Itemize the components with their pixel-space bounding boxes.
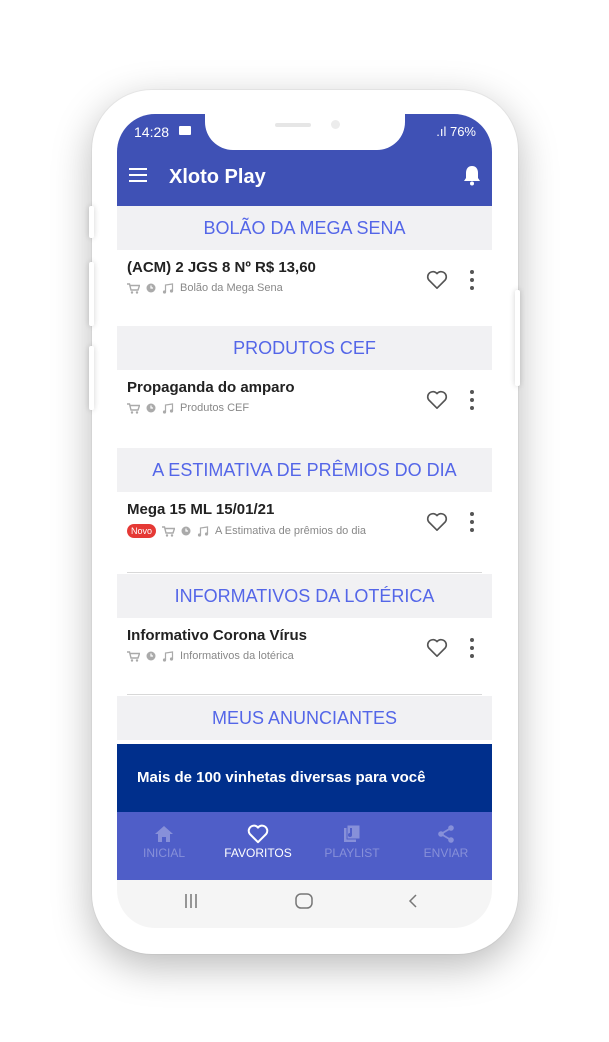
app-title: Xloto Play [169, 166, 266, 188]
item-title: (ACM) 2 JGS 8 Nº R$ 13,60 [127, 259, 316, 276]
item-category: Informativos da lotérica [180, 650, 294, 662]
item-category: Produtos CEF [180, 402, 250, 414]
home-icon [155, 826, 173, 842]
item-meta: Informativos da lotérica [127, 650, 294, 662]
section-header-informativos: INFORMATIVOS DA LOTÉRICA [117, 574, 492, 618]
content-list: BOLÃO DA MEGA SENA (ACM) 2 JGS 8 Nº R$ 1… [117, 206, 492, 744]
camera-notch [205, 114, 405, 150]
item-meta: Novo A Estimativa de prêmios do dia [127, 524, 366, 538]
phone-side-button [89, 346, 94, 410]
home-button-icon[interactable] [294, 892, 314, 910]
heart-icon[interactable] [426, 512, 448, 532]
nav-item-playlist[interactable]: PLAYLIST [305, 824, 399, 860]
heart-icon [247, 824, 269, 844]
battery-status: .ıl 76% [436, 124, 476, 139]
system-navigation-bar [117, 880, 492, 928]
list-item[interactable]: Informativo Corona Vírus Informativos da… [117, 618, 492, 694]
back-icon[interactable] [407, 892, 419, 910]
item-meta: Bolão da Mega Sena [127, 282, 283, 294]
nav-item-enviar[interactable]: ENVIAR [399, 824, 492, 860]
app-bar: Xloto Play [117, 148, 492, 206]
cart-icon [127, 402, 140, 414]
clock-icon [181, 526, 191, 536]
heart-icon[interactable] [426, 390, 448, 410]
music-icon [197, 525, 209, 537]
bottom-navigation: INICIAL FAVORITOS PLAYLIST ENVIAR [117, 812, 492, 880]
music-icon [162, 650, 174, 662]
heart-icon[interactable] [426, 270, 448, 290]
status-time: 14:28 [134, 124, 170, 140]
more-options-icon[interactable] [470, 270, 474, 294]
music-icon [162, 402, 174, 414]
phone-screen: 14:28 .ıl 76% Xloto Play BOLÃO DA MEGA S… [117, 114, 492, 928]
nav-item-inicial[interactable]: INICIAL [117, 824, 211, 860]
item-title: Informativo Corona Vírus [127, 627, 308, 644]
divider [127, 572, 482, 573]
promo-banner[interactable]: Mais de 100 vinhetas diversas para você [117, 744, 492, 812]
nav-label: INICIAL [142, 846, 185, 860]
heart-icon[interactable] [426, 638, 448, 658]
speaker-grille [275, 123, 311, 127]
list-item[interactable]: Propaganda do amparo Produtos CEF [117, 370, 492, 446]
menu-icon[interactable] [129, 168, 147, 182]
clock-icon [146, 283, 156, 293]
item-category: A Estimativa de prêmios do dia [215, 525, 367, 537]
camera-dot [331, 120, 340, 129]
clock-icon [146, 651, 156, 661]
more-options-icon[interactable] [470, 512, 474, 536]
cart-icon [162, 525, 176, 537]
nav-item-favoritos[interactable]: FAVORITOS [211, 824, 305, 860]
item-category: Bolão da Mega Sena [180, 282, 283, 294]
section-header-bolao: BOLÃO DA MEGA SENA [117, 206, 492, 250]
new-badge: Novo [127, 524, 157, 538]
bell-icon[interactable] [462, 164, 482, 186]
section-header-estimativa: A ESTIMATIVA DE PRÊMIOS DO DIA [117, 448, 492, 492]
nav-label: PLAYLIST [324, 846, 380, 860]
more-options-icon[interactable] [470, 638, 474, 662]
message-icon [179, 126, 191, 135]
nav-label: FAVORITOS [224, 846, 292, 860]
recent-apps-icon[interactable] [184, 892, 198, 910]
more-options-icon[interactable] [470, 390, 474, 414]
nav-label: ENVIAR [423, 846, 469, 860]
cart-icon [127, 650, 140, 662]
phone-side-button [89, 206, 94, 238]
phone-side-button [89, 262, 94, 326]
section-header-produtos: PRODUTOS CEF [117, 326, 492, 370]
divider [127, 694, 482, 695]
music-icon [162, 282, 174, 294]
playlist-icon [344, 824, 361, 842]
item-title: Mega 15 ML 15/01/21 [127, 501, 275, 518]
item-title: Propaganda do amparo [127, 379, 295, 396]
share-icon [438, 825, 454, 843]
clock-icon [146, 403, 156, 413]
list-item[interactable]: Mega 15 ML 15/01/21 Novo A Estimativa de… [117, 492, 492, 568]
cart-icon [127, 282, 140, 294]
section-header-anunciantes: MEUS ANUNCIANTES [117, 696, 492, 740]
item-meta: Produtos CEF [127, 402, 249, 414]
phone-side-button [515, 290, 520, 386]
list-item[interactable]: (ACM) 2 JGS 8 Nº R$ 13,60 Bolão da Mega … [117, 250, 492, 326]
